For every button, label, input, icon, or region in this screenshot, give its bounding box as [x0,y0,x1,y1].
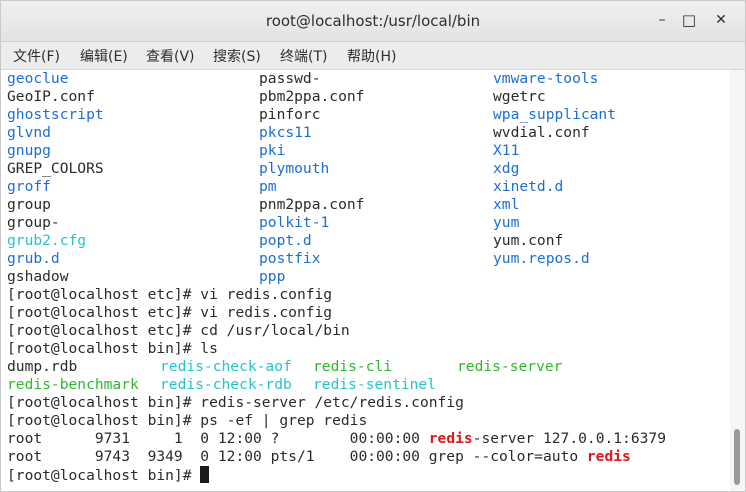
shell-prompt: [root@localhost bin]# [7,467,201,484]
etc-file-row: grub2.cfg popt.d yum.conf [7,232,727,250]
close-icon[interactable]: ✕ [713,12,729,28]
bin-file-row: dump.rdb redis-check-aof redis-cli redis-se… [7,358,727,376]
bin-file-entry: redis-check-rdb [160,376,292,393]
bin-file-entry: redis-sentinel [313,376,437,393]
etc-file-entry: ppp [259,268,286,285]
etc-file-entry: geoclue [7,70,69,87]
etc-file-row: gshadow ppp [7,268,727,286]
etc-file-entry: vmware-tools [493,70,599,87]
process-row: root 9743 9349 0 12:00 pts/1 00:00:00 gr… [7,448,631,466]
process-row-text: root 9731 1 0 12:00 ? 00:00:00 [7,430,429,447]
etc-file-row: GeoIP.conf pbm2ppa.conf wgetrc [7,88,727,106]
etc-file-entry: groff [7,178,51,195]
etc-file-entry: pinforc [259,106,321,123]
process-row-text: root 9743 9349 0 12:00 pts/1 00:00:00 gr… [7,448,587,465]
menu-bar: 文件(F) 编辑(E) 查看(V) 搜索(S) 终端(T) 帮助(H) [1,42,745,70]
etc-file-row: glvnd pkcs11 wvdial.conf [7,124,727,142]
etc-file-entry: wvdial.conf [493,124,590,141]
etc-file-entry: ghostscript [7,106,104,123]
maximize-icon[interactable]: □ [681,12,697,28]
window-title: root@localhost:/usr/local/bin [265,12,481,30]
etc-file-entry: xinetd.d [493,178,564,195]
etc-file-entry: grub2.cfg [7,232,87,249]
etc-file-entry: passwd- [259,70,321,87]
etc-file-entry: glvnd [7,124,51,141]
menu-file[interactable]: 文件(F) [13,46,60,66]
command-line: [root@localhost etc]# vi redis.config [7,304,333,321]
command-line: [root@localhost bin]# ls [7,340,218,357]
etc-file-entry: grub.d [7,250,60,267]
text-cursor [200,466,210,483]
command-line: [root@localhost bin]# redis-server /etc/… [7,394,464,411]
bin-file-entry: dump.rdb [7,358,78,375]
etc-file-entry: group- [7,214,60,231]
process-row-rest: -server 127.0.0.1:6379 [472,430,666,447]
etc-file-entry: wpa_supplicant [493,106,617,123]
etc-file-row: groff pm xinetd.d [7,178,727,196]
etc-file-entry: group [7,196,51,213]
menu-help[interactable]: 帮助(H) [347,46,396,66]
command-line: [root@localhost bin]# ps -ef | grep redi… [7,412,368,429]
command-line: [root@localhost etc]# cd /usr/local/bin [7,322,350,339]
etc-file-entry: GeoIP.conf [7,88,95,105]
etc-file-row: group pnm2ppa.conf xml [7,196,727,214]
etc-file-entry: gshadow [7,268,69,285]
etc-file-entry: popt.d [259,232,312,249]
etc-file-row: geoclue passwd-vmware-tools [7,70,727,88]
etc-file-entry: wgetrc [493,88,546,105]
etc-file-entry: xdg [493,160,520,177]
etc-file-row: ghostscript pinforc wpa_supplicant [7,106,727,124]
terminal-window: root@localhost:/usr/local/bin – □ ✕ 文件(F… [0,0,746,492]
etc-file-entry: pm [259,178,277,195]
etc-file-entry: yum.conf [493,232,564,249]
process-row: root 9731 1 0 12:00 ? 00:00:00 redis-ser… [7,430,666,448]
scrollbar-track[interactable] [730,70,745,491]
etc-file-row: grub.d postfix yum.repos.d [7,250,727,268]
etc-file-entry: xml [493,196,520,213]
etc-file-entry: polkit-1 [259,214,330,231]
grep-match: redis [428,430,473,447]
etc-file-row: gnupg pki X11 [7,142,727,160]
bin-file-entry: redis-cli [313,358,393,375]
etc-file-entry: pbm2ppa.conf [259,88,365,105]
grep-match: redis [586,448,631,465]
etc-file-entry: pki [259,142,286,159]
bin-file-entry: redis-server [457,358,563,375]
bin-file-row: redis-benchmark redis-check-rdb redis-sent… [7,376,727,394]
etc-file-entry: postfix [259,250,321,267]
menu-search[interactable]: 搜索(S) [213,46,261,66]
menu-view[interactable]: 查看(V) [146,46,195,66]
scrollbar-thumb[interactable] [734,429,740,485]
etc-file-entry: gnupg [7,142,51,159]
command-line: [root@localhost etc]# vi redis.config [7,286,333,303]
etc-file-row: GREP_COLORS plymouth xdg [7,160,727,178]
minimize-icon[interactable]: – [654,12,670,28]
prompt-line[interactable]: [root@localhost bin]# [7,466,210,484]
etc-file-entry: yum.repos.d [493,250,590,267]
bin-file-entry: redis-benchmark [7,376,139,393]
etc-file-entry: pkcs11 [259,124,312,141]
menu-edit[interactable]: 编辑(E) [80,46,128,66]
terminal-output[interactable]: geoclue passwd-vmware-tools GeoIP.conf pbm2… [1,70,729,491]
bin-file-entry: redis-check-aof [160,358,292,375]
etc-file-row: group-polkit-1 yum [7,214,727,232]
etc-file-entry: pnm2ppa.conf [259,196,365,213]
etc-file-entry: plymouth [259,160,330,177]
etc-file-entry: GREP_COLORS [7,160,104,177]
title-bar[interactable]: root@localhost:/usr/local/bin – □ ✕ [1,1,745,42]
etc-file-entry: yum [493,214,520,231]
etc-file-entry: X11 [493,142,520,159]
menu-terminal[interactable]: 终端(T) [280,46,327,66]
